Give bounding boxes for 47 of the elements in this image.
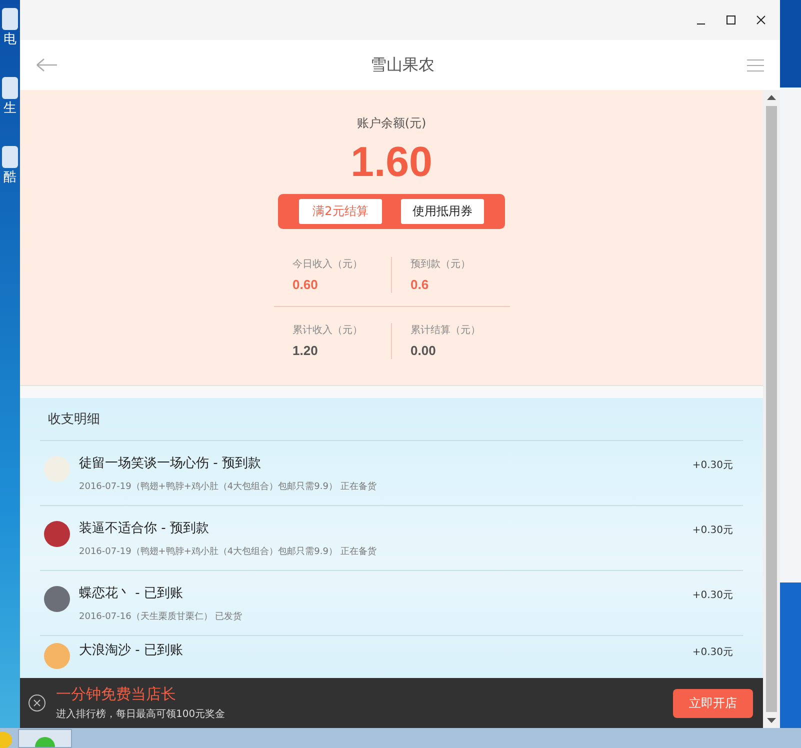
- stat-value: 1.20: [292, 343, 319, 358]
- chat-app-icon: [35, 735, 55, 747]
- maximize-icon[interactable]: [726, 15, 736, 25]
- desktop-shortcut-icon[interactable]: [2, 8, 18, 30]
- scroll-up-icon[interactable]: [767, 94, 776, 100]
- desktop-icon-label: 生: [4, 101, 16, 116]
- transaction-row[interactable]: 大浪淘沙 - 已到账 +0.30元: [40, 636, 743, 678]
- stat-label: 累计收入（元）: [292, 324, 364, 337]
- transaction-detail: 2016-07-16（天生栗质甘栗仁） 已发货: [79, 610, 244, 623]
- scrollbar-thumb[interactable]: [766, 106, 777, 712]
- close-icon[interactable]: [28, 694, 46, 712]
- coupon-button[interactable]: 使用抵用券: [401, 199, 484, 224]
- transaction-row[interactable]: 装逼不适合你 - 预到款 2016-07-19（鸭翅+鸭脖+鸡小肚（4大包组合）包邮只需9.9） 正在备货 +0.30元: [40, 506, 743, 571]
- transaction-detail: 2016-07-19（鸭翅+鸭脖+鸡小肚（4大包组合）包邮只需9.9） 正在备货: [79, 480, 378, 493]
- stat-label: 累计结算（元）: [410, 324, 482, 337]
- balance-label: 账户余额(元): [356, 115, 426, 132]
- close-icon[interactable]: [756, 15, 766, 25]
- menu-icon[interactable]: [747, 58, 764, 72]
- transaction-title: 蝶恋花丶 - 已到账: [79, 585, 184, 602]
- transaction-amount: +0.30元: [692, 646, 733, 659]
- transaction-amount: +0.30元: [692, 589, 733, 602]
- section-title: 收支明细: [40, 398, 743, 441]
- stat-value: 0.60: [292, 277, 319, 292]
- transaction-title: 大浪淘沙 - 已到账: [79, 642, 184, 659]
- stat-value: 0.6: [410, 277, 430, 292]
- desktop-icon-label: 酷: [4, 170, 16, 185]
- scroll-down-icon[interactable]: [767, 718, 776, 724]
- stat-value: 0.00: [410, 343, 437, 358]
- transaction-title: 装逼不适合你 - 预到款: [79, 520, 210, 537]
- transaction-title: 徒留一场笑谈一场心伤 - 预到款: [79, 455, 262, 472]
- start-icon[interactable]: [0, 732, 12, 748]
- promo-title: 一分钟免费当店长: [56, 685, 177, 704]
- taskbar-app-button[interactable]: [18, 729, 72, 748]
- promo-subtitle: 进入排行榜，每日最高可领100元奖金: [56, 708, 226, 721]
- desktop-shortcut-icon[interactable]: [2, 146, 18, 168]
- transaction-detail: 2016-07-19（鸭翅+鸭脖+鸡小肚（4大包组合）包邮只需9.9） 正在备货: [79, 546, 378, 558]
- balance-amount: 1.60: [350, 138, 432, 186]
- transaction-row[interactable]: 蝶恋花丶 - 已到账 2016-07-16（天生栗质甘栗仁） 已发货 +0.30元: [40, 571, 743, 636]
- desktop-shortcut-icon[interactable]: [2, 77, 18, 99]
- stat-label: 今日收入（元）: [292, 258, 364, 271]
- transaction-amount: +0.30元: [692, 459, 733, 472]
- desktop-icon-label: 电: [4, 32, 16, 47]
- page-title: 雪山果农: [370, 54, 434, 76]
- transaction-amount: +0.30元: [692, 524, 733, 537]
- transaction-row[interactable]: 徒留一场笑谈一场心伤 - 预到款 2016-07-19（鸭翅+鸭脖+鸡小肚（4大包组合）包邮只需9.9） 正在备货 +0.30元: [40, 441, 743, 506]
- stat-label: 预到款（元）: [410, 258, 472, 271]
- back-arrow-icon[interactable]: [36, 58, 58, 72]
